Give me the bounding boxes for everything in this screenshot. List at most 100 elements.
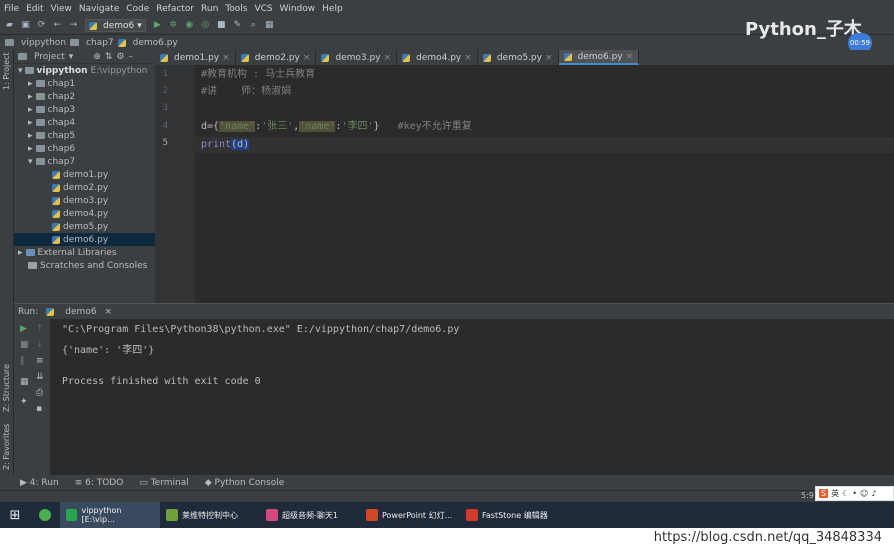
menu-refactor[interactable]: Refactor <box>156 4 194 14</box>
chevron-right-icon[interactable]: ▸ <box>28 79 33 89</box>
stop-icon[interactable]: ■ <box>20 340 29 350</box>
soft-wrap-icon[interactable]: ≡ <box>36 356 44 366</box>
close-icon[interactable]: × <box>464 53 472 63</box>
tree-item[interactable]: ▸ chap1 <box>14 77 155 90</box>
run-icon[interactable]: ▶ <box>153 21 162 30</box>
chevron-right-icon[interactable]: ▸ <box>18 248 23 258</box>
tree-file[interactable]: demo1.py <box>14 168 155 181</box>
taskbar-app[interactable]: 莱维特控制中心 <box>160 502 260 528</box>
tab-terminal[interactable]: ▭ Terminal <box>139 478 188 488</box>
tree-file[interactable]: demo2.py <box>14 181 155 194</box>
editor-tab[interactable]: demo3.py × <box>316 50 398 65</box>
menu-edit[interactable]: Edit <box>26 4 43 14</box>
collapse-icon[interactable]: ⇅ <box>105 52 113 62</box>
ime-mode[interactable]: 英 <box>831 488 839 499</box>
menu-code[interactable]: Code <box>126 4 149 14</box>
tab-todo[interactable]: ≡ 6: TODO <box>75 478 124 488</box>
tree-item[interactable]: ▸ chap5 <box>14 129 155 142</box>
search-icon[interactable]: ⌕ <box>249 21 258 30</box>
chevron-down-icon[interactable]: ▾ <box>28 157 33 167</box>
ime-toolbar[interactable]: S 英 ☾ • ☺ ♪ <box>815 486 894 501</box>
profile-icon[interactable]: ◎ <box>201 21 210 30</box>
close-icon[interactable]: × <box>384 53 392 63</box>
run-console[interactable]: "C:\Program Files\Python38\python.exe" E… <box>50 319 894 475</box>
gear-icon[interactable]: ⚙ <box>116 52 124 62</box>
breadcrumb-folder[interactable]: chap7 <box>86 38 114 48</box>
tab-run[interactable]: ▶ 4: Run <box>20 478 59 488</box>
tree-item[interactable]: ▾ chap7 <box>14 155 155 168</box>
editor-tab[interactable]: demo2.py × <box>236 50 317 65</box>
menu-window[interactable]: Window <box>280 4 316 14</box>
editor-tab[interactable]: demo6.py × <box>558 50 640 65</box>
chevron-right-icon[interactable]: ▸ <box>28 105 33 115</box>
close-icon[interactable]: × <box>105 307 113 317</box>
layout-icon[interactable]: ▦ <box>20 377 29 387</box>
sync-icon[interactable]: ⟳ <box>37 21 46 30</box>
run-config-select[interactable]: demo6 ▾ <box>85 19 146 32</box>
taskbar-chrome[interactable] <box>30 502 60 528</box>
taskbar-app[interactable]: vippython [E:\vip... <box>60 502 160 528</box>
structure-tool-button[interactable]: Z: Structure <box>2 364 11 412</box>
tab-python-console[interactable]: ◆ Python Console <box>205 478 285 488</box>
chevron-right-icon[interactable]: ▸ <box>28 144 33 154</box>
pin-icon[interactable]: ✦ <box>20 397 28 407</box>
tree-item[interactable]: ▸ chap2 <box>14 90 155 103</box>
close-icon[interactable]: × <box>545 53 553 63</box>
chevron-down-icon[interactable]: ▾ <box>69 52 74 62</box>
breadcrumb-root[interactable]: vippython <box>21 38 66 48</box>
up-arrow-icon[interactable]: ↑ <box>36 324 44 334</box>
menu-tools[interactable]: Tools <box>225 4 247 14</box>
dot-icon[interactable]: • <box>852 489 857 498</box>
start-button[interactable]: ⊞ <box>0 502 30 528</box>
settings-icon[interactable]: ✎ <box>233 21 242 30</box>
tree-item[interactable]: ▸ chap4 <box>14 116 155 129</box>
emoji-icon[interactable]: ☺ <box>860 489 868 498</box>
close-icon[interactable]: × <box>303 53 311 63</box>
tree-root[interactable]: ▾ vippython E:\vippython <box>14 64 155 77</box>
editor-tab[interactable]: demo1.py × <box>155 50 236 65</box>
cursor-position[interactable]: 5:9 <box>801 491 814 500</box>
menu-view[interactable]: View <box>51 4 72 14</box>
tree-item[interactable]: ▸ chap3 <box>14 103 155 116</box>
code-editor[interactable]: #教育机构 : 马士兵教育 #讲 师：杨淑娟 d={'name':'张三','n… <box>195 65 894 303</box>
tree-item[interactable]: ▸ External Libraries <box>14 246 155 259</box>
editor-tab[interactable]: demo4.py × <box>397 50 478 65</box>
hide-icon[interactable]: – <box>129 52 134 62</box>
tree-item[interactable]: Scratches and Consoles <box>14 259 155 272</box>
tree-file[interactable]: demo6.py <box>14 233 155 246</box>
structure-icon[interactable]: ▦ <box>265 21 274 30</box>
menu-run[interactable]: Run <box>201 4 218 14</box>
mic-icon[interactable]: ♪ <box>871 489 876 498</box>
forward-arrow-icon[interactable]: → <box>69 21 78 30</box>
tree-file[interactable]: demo3.py <box>14 194 155 207</box>
debug-icon[interactable]: ✲ <box>169 21 178 30</box>
menu-navigate[interactable]: Navigate <box>79 4 119 14</box>
taskbar-app[interactable]: 超级音频-聊天1 <box>260 502 360 528</box>
chevron-right-icon[interactable]: ▸ <box>28 118 33 128</box>
coverage-icon[interactable]: ◉ <box>185 21 194 30</box>
taskbar-app[interactable]: PowerPoint 幻灯... <box>360 502 460 528</box>
editor-tab[interactable]: demo5.py × <box>478 50 559 65</box>
menu-vcs[interactable]: VCS <box>254 4 272 14</box>
menu-file[interactable]: File <box>4 4 19 14</box>
moon-icon[interactable]: ☾ <box>842 489 849 498</box>
trash-icon[interactable]: ▪ <box>36 404 42 414</box>
save-icon[interactable]: ▣ <box>21 21 30 30</box>
taskbar-app[interactable]: FastStone 编辑器 <box>460 502 560 528</box>
close-icon[interactable]: × <box>626 52 634 62</box>
tree-file[interactable]: demo5.py <box>14 220 155 233</box>
down-arrow-icon[interactable]: ↓ <box>36 340 44 350</box>
print-icon[interactable]: ⎙ <box>36 388 43 398</box>
scroll-end-icon[interactable]: ⇊ <box>36 372 44 382</box>
breadcrumb-file[interactable]: demo6.py <box>133 38 178 48</box>
back-arrow-icon[interactable]: ← <box>53 21 62 30</box>
project-tool-button[interactable]: 1: Project <box>2 52 11 90</box>
tree-file[interactable]: demo4.py <box>14 207 155 220</box>
chevron-right-icon[interactable]: ▸ <box>28 131 33 141</box>
locate-icon[interactable]: ⊕ <box>93 52 101 62</box>
open-folder-icon[interactable]: ▰ <box>5 21 14 30</box>
favorites-tool-button[interactable]: 2: Favorites <box>2 424 11 470</box>
stop-icon[interactable]: ■ <box>217 21 226 30</box>
rerun-icon[interactable]: ▶ <box>20 324 27 334</box>
close-icon[interactable]: × <box>222 53 230 63</box>
